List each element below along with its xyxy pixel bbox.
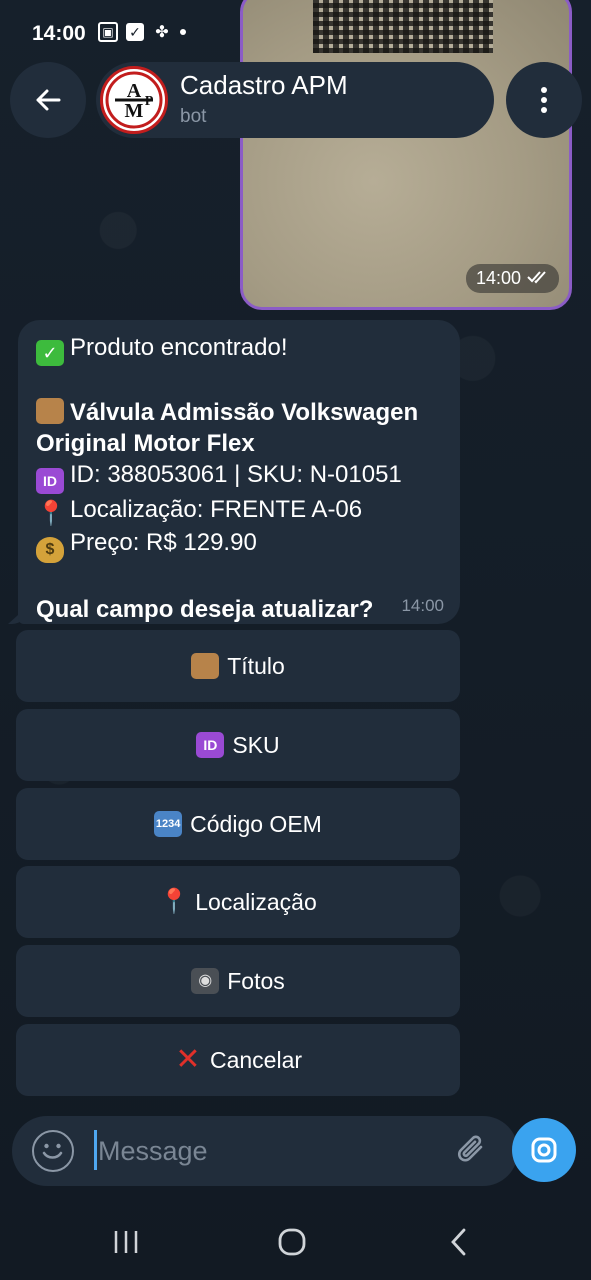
dot-icon [180, 29, 186, 35]
message-line: 📍 Localização: FRENTE A-06 [36, 494, 442, 527]
message-text: ID: 388053061 | SKU: N-01051 [70, 461, 402, 488]
message-text: Original Motor Flex [36, 430, 255, 457]
message-line: Válvula Admissão Volkswagen [36, 397, 442, 428]
message-line: Original Motor Flex [36, 428, 442, 459]
avatar[interactable]: A M P [100, 66, 168, 134]
package-icon [36, 398, 64, 424]
photo-message-time: 14:00 [475, 268, 521, 288]
numbers-icon: 1234 [154, 811, 183, 837]
svg-text:P: P [145, 94, 154, 109]
fotos-button[interactable]: ◉ Fotos [16, 945, 460, 1017]
chevron-left-icon [451, 1228, 466, 1256]
more-vertical-icon [541, 87, 547, 113]
svg-text:M: M [125, 100, 144, 122]
button-label: Título [227, 652, 285, 679]
cancelar-button[interactable]: ✕ Cancelar [16, 1024, 460, 1096]
camera-button[interactable] [512, 1118, 576, 1182]
camera-icon: ◉ [191, 968, 220, 994]
message-input[interactable] [96, 1132, 440, 1170]
apm-logo-icon: A M P [105, 71, 163, 129]
message-text: Preço: R$ 129.90 [70, 529, 257, 556]
pin-icon: 📍 [159, 888, 190, 915]
message-line: ID ID: 388053061 | SKU: N-01051 [36, 459, 442, 494]
photo-message-meta: 14:00 [465, 264, 559, 293]
recents-icon [114, 1231, 138, 1253]
chat-subtitle: bot [180, 106, 207, 127]
button-label: Cancelar [209, 1046, 303, 1073]
titulo-button[interactable]: Título [16, 630, 460, 702]
message-text: Válvula Admissão Volkswagen [70, 399, 419, 426]
emoji-button[interactable] [32, 1130, 74, 1172]
id-icon: ID [196, 732, 225, 758]
paperclip-icon [458, 1135, 483, 1162]
back-button[interactable] [10, 62, 86, 138]
smiley-icon [42, 1143, 63, 1159]
more-menu-button[interactable] [506, 62, 582, 138]
message-text: Qual campo deseja atualizar? [36, 596, 374, 623]
cross-mark-icon: ✕ [175, 1043, 201, 1076]
chat-title[interactable]: Cadastro APM [180, 70, 348, 101]
screenshot-icon: ▣ [98, 22, 118, 42]
message-time: 14:00 [401, 596, 444, 615]
money-bag-icon: $ [36, 537, 64, 563]
button-label: Localização [195, 888, 317, 915]
sku-button[interactable]: ID SKU [16, 709, 460, 781]
button-label: Fotos [227, 967, 285, 994]
photo-message[interactable]: 14:00 [240, 0, 572, 310]
message-text: Produto encontrado! [70, 334, 288, 361]
back-nav-button[interactable] [438, 1222, 478, 1262]
package-icon [191, 653, 220, 679]
photo-qr-code [313, 0, 493, 53]
localizacao-button[interactable]: 📍 Localização [16, 866, 460, 938]
recent-apps-button[interactable] [106, 1222, 146, 1262]
home-icon [278, 1228, 306, 1256]
check-mark-icon: ✓ [36, 340, 64, 366]
svg-text:A: A [127, 80, 142, 102]
message-line: $ Preço: R$ 129.90 [36, 527, 442, 563]
button-label: Código OEM [190, 810, 322, 837]
arrow-left-icon [36, 89, 61, 111]
message-line: Qual campo deseja atualizar? [36, 594, 442, 625]
bot-message: ✓ Produto encontrado! Válvula Admissão Vo… [18, 320, 460, 624]
id-icon: ID [36, 468, 64, 494]
message-line: ✓ Produto encontrado! [36, 332, 442, 366]
camera-icon [531, 1137, 557, 1163]
button-label: SKU [232, 731, 280, 758]
message-text: Localização: FRENTE A-06 [70, 496, 363, 523]
pin-icon: 📍 [36, 500, 66, 527]
attach-button[interactable] [450, 1128, 494, 1172]
status-time: 14:00 [32, 22, 86, 45]
checkbox-icon: ✓ [126, 23, 144, 41]
fan-icon: ✤ [155, 24, 169, 41]
double-check-icon [527, 268, 549, 289]
codigo-oem-button[interactable]: 1234 Código OEM [16, 788, 460, 860]
home-button[interactable] [272, 1222, 312, 1262]
